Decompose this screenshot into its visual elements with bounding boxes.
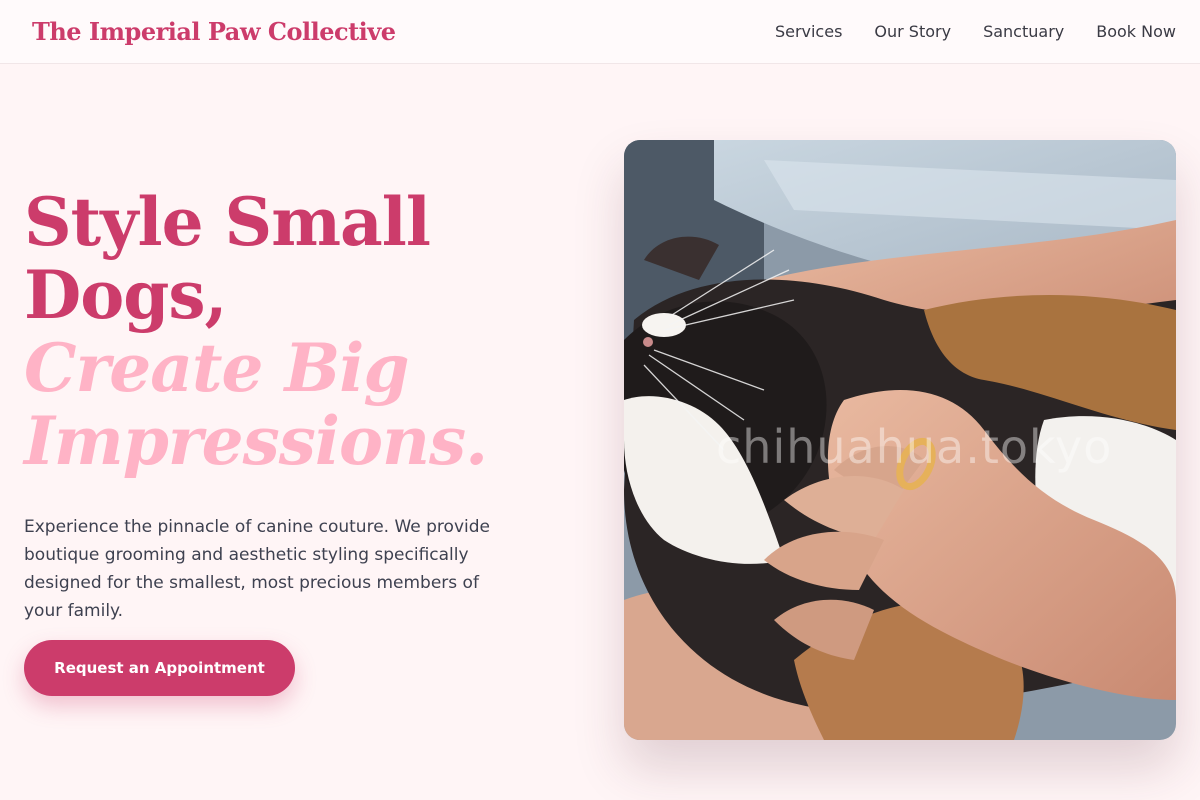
hero-image: chihuahua.tokyo — [624, 140, 1176, 740]
hero-headline: Style Small Dogs, Create Big Impressions… — [24, 186, 544, 478]
headline-line-1: Style Small — [24, 183, 431, 261]
nav-link-services[interactable]: Services — [775, 22, 842, 41]
hero-text-column: Style Small Dogs, Create Big Impressions… — [24, 186, 544, 478]
headline-line-2: Dogs, — [24, 256, 228, 334]
top-navbar: The Imperial Paw Collective Services Our… — [0, 0, 1200, 64]
headline-line-4: Impressions. — [24, 402, 488, 480]
nav-link-sanctuary[interactable]: Sanctuary — [983, 22, 1064, 41]
nav-link-book-now[interactable]: Book Now — [1096, 22, 1176, 41]
request-appointment-button[interactable]: Request an Appointment — [24, 640, 295, 696]
headline-line-3: Create Big — [24, 329, 410, 407]
main-nav: Services Our Story Sanctuary Book Now — [775, 0, 1176, 62]
brand-logo-text[interactable]: The Imperial Paw Collective — [32, 17, 396, 46]
image-watermark: chihuahua.tokyo — [716, 420, 1113, 474]
hero-description: Experience the pinnacle of canine coutur… — [24, 517, 490, 621]
nav-link-our-story[interactable]: Our Story — [874, 22, 951, 41]
